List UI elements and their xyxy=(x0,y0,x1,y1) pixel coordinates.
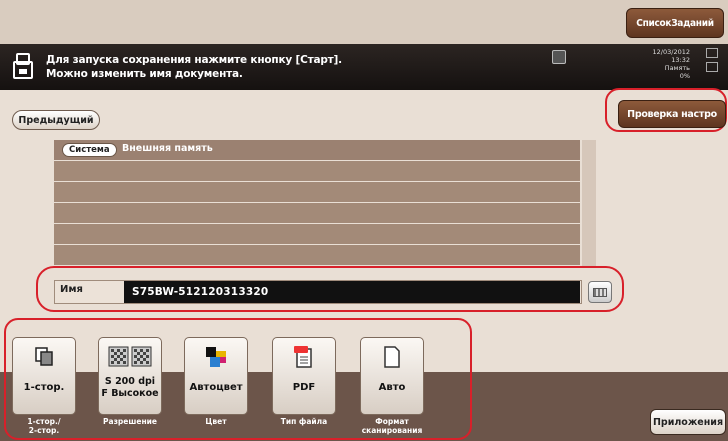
highlight-function-keys xyxy=(4,318,472,440)
list-item[interactable] xyxy=(54,224,580,244)
toner-icon xyxy=(706,48,718,58)
status-date: 12/03/2012 xyxy=(652,48,690,56)
applications-button[interactable]: Приложения xyxy=(650,409,726,435)
list-item[interactable] xyxy=(54,161,580,181)
list-item[interactable] xyxy=(54,182,580,202)
destination-list: Система Внешняя память xyxy=(54,140,580,266)
keyboard-button[interactable] xyxy=(588,281,612,303)
list-scrollbar[interactable] xyxy=(582,140,596,266)
check-settings-button[interactable]: Проверка настро xyxy=(618,100,726,128)
status-panel: 12/03/2012 13:32 Память 0% xyxy=(604,44,728,90)
message-line-2: Можно изменить имя документа. xyxy=(46,68,243,80)
lock-icon xyxy=(552,50,566,64)
job-list-button[interactable]: СписокЗаданий xyxy=(626,8,724,38)
list-item[interactable]: Система Внешняя память xyxy=(54,140,580,160)
status-time: 13:32 xyxy=(671,56,690,64)
keyboard-icon xyxy=(593,288,607,297)
list-item[interactable] xyxy=(54,245,580,265)
system-tag: Система xyxy=(62,143,117,157)
message-bar: Для запуска сохранения нажмите кнопку [С… xyxy=(0,44,604,90)
previous-button[interactable]: Предыдущий xyxy=(12,110,100,130)
message-line-1: Для запуска сохранения нажмите кнопку [С… xyxy=(46,54,342,66)
document-name-input[interactable]: S75BW-512120313320 xyxy=(124,281,580,303)
top-strip xyxy=(0,0,728,44)
status-memory-label: Память xyxy=(664,64,690,72)
list-item-label: Внешняя память xyxy=(122,143,213,154)
status-memory-value: 0% xyxy=(679,72,690,80)
status-icons xyxy=(706,48,720,86)
list-item[interactable] xyxy=(54,203,580,223)
memory-icon xyxy=(706,62,718,72)
save-document-icon xyxy=(13,53,33,79)
status-message: Для запуска сохранения нажмите кнопку [С… xyxy=(46,53,342,81)
name-label: Имя xyxy=(60,284,83,295)
